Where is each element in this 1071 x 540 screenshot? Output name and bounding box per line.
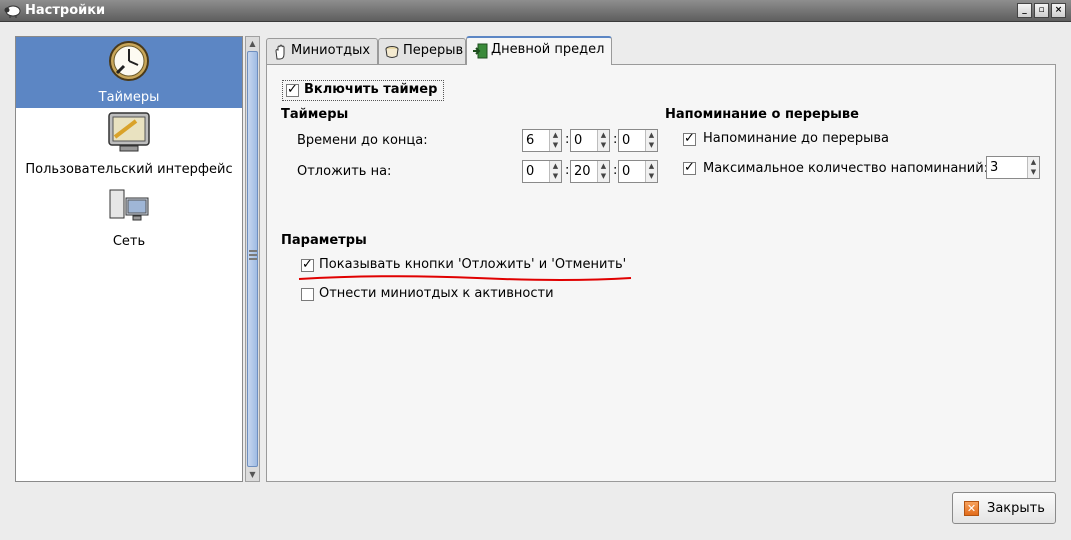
scroll-down-arrow-icon[interactable]: ▼	[246, 468, 259, 481]
show-postpone-cancel-label: Показывать кнопки 'Отложить' и 'Отменить…	[319, 257, 627, 272]
sidebar-item-timers[interactable]: Таймеры	[16, 37, 242, 108]
spin-down-icon[interactable]: ▼	[646, 171, 657, 181]
spin-up-icon[interactable]: ▲	[1028, 157, 1039, 167]
max-reminders-label: Максимальное количество напоминаний:	[703, 161, 989, 176]
sidebar-item-network[interactable]: Сеть	[16, 182, 242, 254]
spin-down-icon[interactable]: ▼	[1028, 167, 1039, 177]
tab-daily-limit[interactable]: Дневной предел	[466, 36, 612, 65]
minimize-button[interactable]: _	[1017, 3, 1032, 18]
close-window-button[interactable]: ×	[1051, 3, 1066, 18]
enable-timer-toggle[interactable]: Включить таймер	[282, 80, 444, 101]
spin-up-icon[interactable]: ▲	[550, 161, 561, 171]
tab-label: Дневной предел	[491, 42, 605, 57]
close-icon: ✕	[964, 501, 979, 516]
network-icon	[109, 189, 149, 221]
exit-door-icon	[473, 43, 488, 59]
postpone-label: Отложить на:	[297, 164, 392, 179]
close-button[interactable]: ✕ Закрыть	[952, 492, 1056, 524]
spin-up-icon[interactable]: ▲	[646, 161, 657, 171]
reminder-before-break-checkbox[interactable]	[683, 131, 696, 146]
spin-down-icon[interactable]: ▼	[550, 140, 561, 150]
spin-down-icon[interactable]: ▼	[598, 140, 609, 150]
close-button-label: Закрыть	[987, 501, 1045, 516]
timers-heading: Таймеры	[281, 107, 349, 122]
time-left-minutes-spinner[interactable]: 0 ▲ ▼	[570, 129, 610, 152]
time-left-seconds-spinner[interactable]: 0 ▲ ▼	[618, 129, 658, 152]
daily-limit-panel: Включить таймер Таймеры Времени до конца…	[266, 64, 1056, 482]
maximize-button[interactable]: ▫	[1034, 3, 1049, 18]
coffee-cup-icon	[385, 46, 399, 58]
postpone-seconds-spinner[interactable]: 0 ▲ ▼	[618, 160, 658, 183]
spin-up-icon[interactable]: ▲	[598, 161, 609, 171]
postpone-hours-spinner[interactable]: 0 ▲ ▼	[522, 160, 562, 183]
settings-category-list: Таймеры Пользовательский интерфейс Сеть	[15, 36, 243, 482]
enable-timer-checkbox[interactable]	[286, 82, 299, 97]
clock-icon	[109, 41, 149, 81]
tab-label: Миниотдых	[291, 43, 371, 58]
time-left-hours-spinner[interactable]: 6 ▲ ▼	[522, 129, 562, 152]
max-reminders-checkbox[interactable]	[683, 160, 696, 175]
sidebar-item-label: Пользовательский интерфейс	[25, 162, 233, 177]
spin-down-icon[interactable]: ▼	[550, 171, 561, 181]
tab-break[interactable]: Перерыв	[378, 38, 466, 64]
time-left-label: Времени до конца:	[297, 133, 428, 148]
sidebar-item-label: Сеть	[112, 234, 146, 249]
pane-resize-grip[interactable]	[249, 250, 257, 260]
show-postpone-cancel-checkbox[interactable]	[301, 257, 314, 272]
reminder-heading: Напоминание о перерыве	[665, 107, 859, 122]
window-title: Настройки	[25, 3, 106, 18]
postpone-minutes-spinner[interactable]: 20 ▲ ▼	[570, 160, 610, 183]
spin-down-icon[interactable]: ▼	[646, 140, 657, 150]
reminder-before-break-label: Напоминание до перерыва	[703, 131, 889, 146]
sidebar-item-label: Таймеры	[98, 90, 160, 105]
red-underline-annotation	[298, 275, 632, 281]
spin-up-icon[interactable]: ▲	[550, 130, 561, 140]
sidebar-item-user-interface[interactable]: Пользовательский интерфейс	[16, 109, 242, 181]
spin-up-icon[interactable]: ▲	[598, 130, 609, 140]
tab-mini-break[interactable]: Миниотдых	[266, 38, 378, 64]
spin-up-icon[interactable]: ▲	[646, 130, 657, 140]
tab-label: Перерыв	[403, 43, 464, 58]
hand-icon	[275, 44, 285, 60]
parameters-heading: Параметры	[281, 233, 367, 248]
spin-down-icon[interactable]: ▼	[598, 171, 609, 181]
enable-timer-label: Включить таймер	[304, 82, 438, 97]
scroll-up-arrow-icon[interactable]: ▲	[246, 37, 259, 50]
max-reminders-spinner[interactable]: 3 ▲ ▼	[986, 156, 1040, 179]
count-mini-break-activity-label: Отнести миниотдых к активности	[319, 286, 554, 301]
sheep-icon	[4, 5, 21, 18]
window-titlebar: Настройки _ ▫ ×	[0, 0, 1071, 22]
count-mini-break-activity-checkbox[interactable]	[301, 288, 314, 301]
monitor-icon	[108, 112, 150, 152]
